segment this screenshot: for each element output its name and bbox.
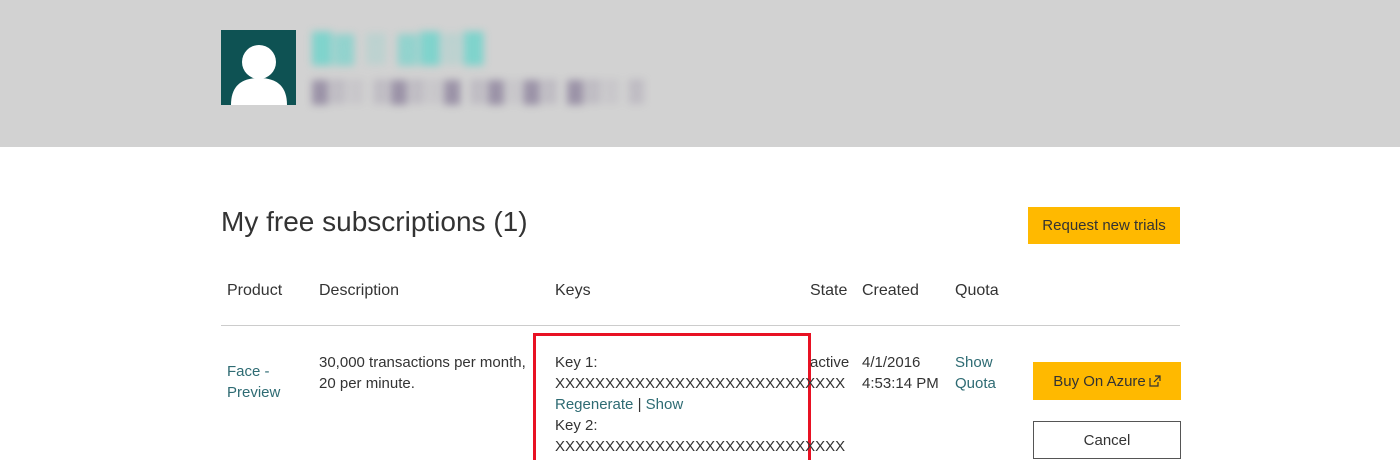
action-separator: | [637, 396, 642, 413]
regenerate-link[interactable]: Regenerate [555, 396, 633, 413]
request-new-trials-button[interactable]: Request new trials [1028, 207, 1180, 244]
cancel-button[interactable]: Cancel [1033, 421, 1181, 459]
show-quota-link[interactable]: Show [955, 352, 996, 373]
column-header-description: Description [319, 282, 400, 299]
key1-value: XXXXXXXXXXXXXXXXXXXXXXXXXXXXX [555, 375, 846, 392]
show-quota-link-cont[interactable]: Quota [955, 373, 996, 394]
product-link[interactable]: Face - [227, 361, 280, 382]
column-header-created: Created [862, 282, 919, 299]
state-cell: active [810, 354, 850, 371]
key2-value: XXXXXXXXXXXXXXXXXXXXXXXXXXXXX [555, 438, 846, 455]
product-link-cont[interactable]: Preview [227, 382, 280, 403]
external-link-icon [1149, 374, 1161, 387]
key2-label: Key 2: [555, 417, 598, 434]
product-cell: Face - Preview [227, 361, 280, 403]
column-header-product: Product [227, 282, 283, 299]
description-line: 30,000 transactions per month, [319, 354, 526, 371]
column-header-quota: Quota [955, 282, 999, 299]
description-line: 20 per minute. [319, 375, 415, 392]
page-title: My free subscriptions (1) [221, 206, 528, 237]
user-avatar-icon [221, 30, 296, 105]
created-time: 4:53:14 PM [862, 375, 939, 392]
table-divider [221, 325, 1180, 326]
buy-on-azure-label: Buy On Azure [1053, 372, 1146, 390]
profile-header: █▓ ▒ ▓█▒█ ▓▒░ ▒▓▒░▓ ▒▓░▓▒ ▓▒░ ▒ [0, 0, 1400, 147]
show-key-link[interactable]: Show [646, 396, 684, 413]
quota-cell: Show Quota [955, 352, 996, 394]
buy-on-azure-button[interactable]: Buy On Azure [1033, 362, 1181, 400]
created-cell: 4/1/2016 4:53:14 PM [862, 352, 939, 394]
column-header-state: State [810, 282, 848, 299]
key-actions: Regenerate | Show [555, 394, 845, 415]
user-email: ▓▒░ ▒▓▒░▓ ▒▓░▓▒ ▓▒░ ▒ [312, 78, 647, 103]
created-date: 4/1/2016 [862, 354, 921, 371]
user-name: █▓ ▒ ▓█▒█ [312, 32, 486, 63]
keys-cell: Key 1: XXXXXXXXXXXXXXXXXXXXXXXXXXXXX Reg… [555, 352, 845, 457]
column-header-keys: Keys [555, 282, 591, 299]
description-cell: 30,000 transactions per month, 20 per mi… [319, 352, 526, 394]
key1-label: Key 1: [555, 354, 598, 371]
